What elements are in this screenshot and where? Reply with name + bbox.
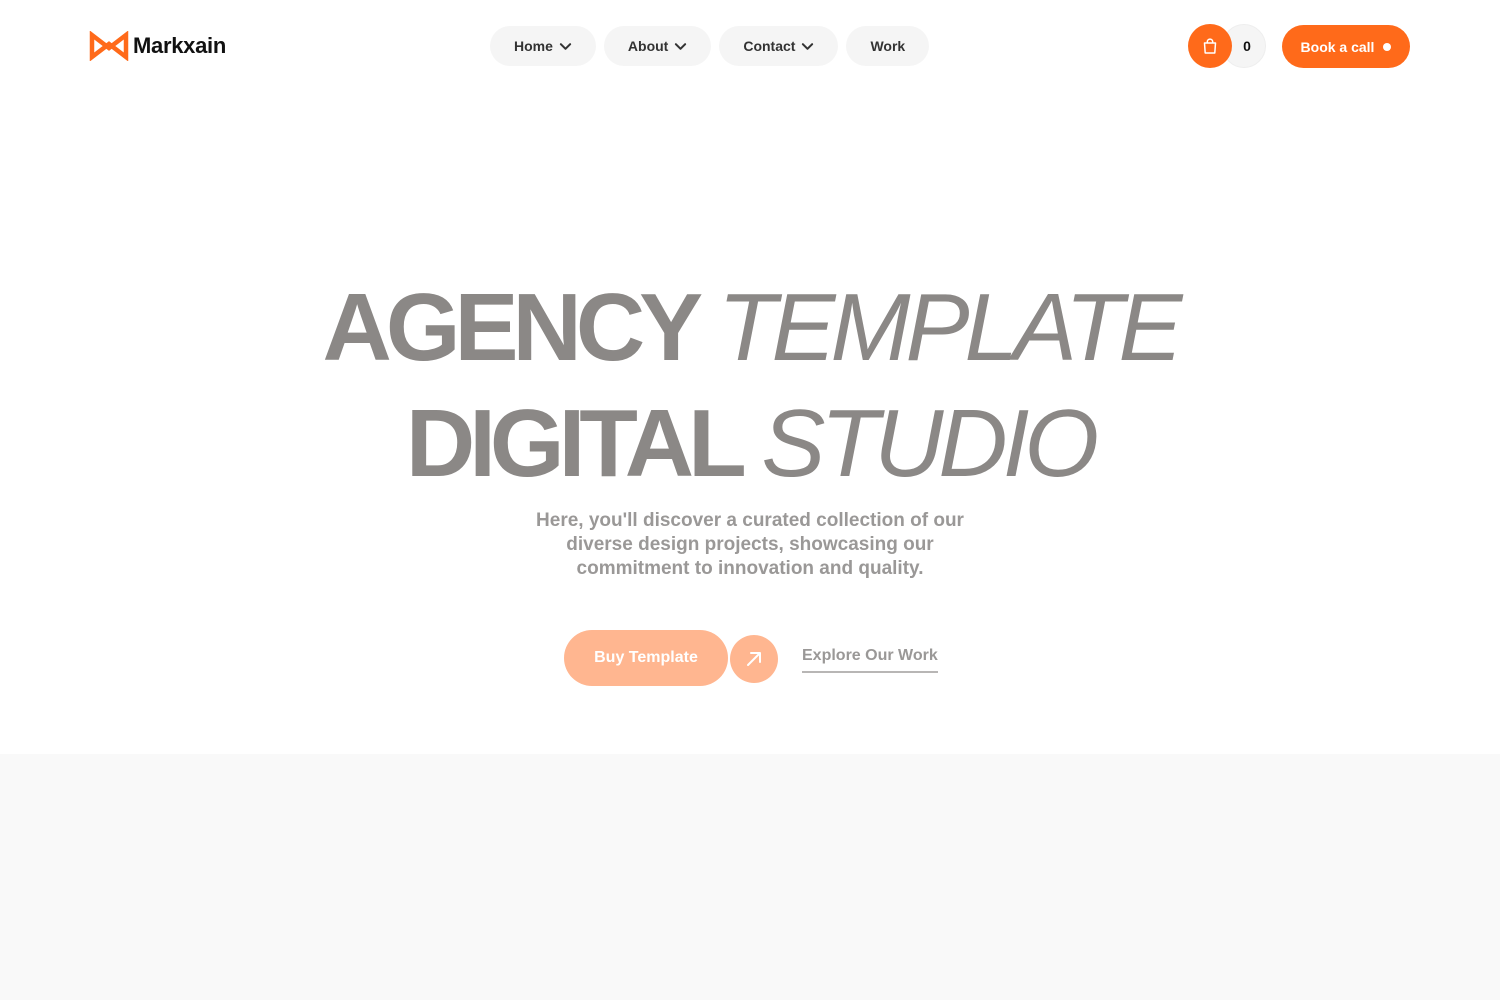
headline-digital: DIGITAL	[405, 390, 747, 497]
lower-section	[0, 754, 1500, 1000]
cart-count-value: 0	[1243, 38, 1251, 54]
cart-button[interactable]	[1188, 24, 1232, 68]
hero-section: AGENCY TEMPLATE DIGITAL STUDIO Here, you…	[0, 92, 1500, 754]
nav-item-label: About	[627, 38, 669, 54]
dot-icon	[1383, 42, 1392, 51]
brand-name: Markxain	[133, 33, 226, 58]
logo[interactable]: Markxain	[89, 30, 226, 62]
chevron-down-icon	[675, 42, 687, 50]
main-nav: Home About Contact Work	[490, 26, 930, 66]
buy-template-button[interactable]: Buy Template	[564, 630, 728, 686]
chevron-down-icon	[802, 42, 814, 50]
nav-item-contact[interactable]: Contact	[719, 26, 839, 66]
headline-template: TEMPLATE	[717, 274, 1183, 381]
chevron-down-icon	[559, 42, 572, 50]
site-header: Markxain Home About Contact Work 0 Book …	[0, 0, 1500, 92]
nav-item-work[interactable]: Work	[846, 26, 930, 66]
buy-template-label: Buy Template	[594, 649, 698, 666]
nav-item-about[interactable]: About	[603, 26, 712, 66]
cart[interactable]: 0	[1188, 24, 1268, 68]
hero-subtitle: Here, you'll discover a curated collecti…	[536, 510, 964, 579]
arrow-up-right-icon	[747, 652, 761, 666]
book-a-call-label: Book a call	[1300, 38, 1375, 55]
headline-agency: AGENCY	[322, 274, 703, 381]
headline-studio: STUDIO	[761, 390, 1099, 497]
hero-headline-line1: AGENCY TEMPLATE	[0, 280, 1500, 376]
nav-item-label: Home	[514, 38, 553, 54]
page: Markxain Home About Contact Work 0 Book …	[0, 0, 1500, 1000]
hero-headline-line2: DIGITAL STUDIO	[0, 396, 1500, 492]
book-a-call-button[interactable]: Book a call	[1282, 25, 1410, 68]
logo-icon	[89, 31, 129, 61]
explore-our-work-link[interactable]: Explore Our Work	[802, 647, 938, 673]
nav-item-home[interactable]: Home	[490, 26, 596, 66]
nav-item-label: Work	[870, 38, 906, 54]
nav-item-label: Contact	[743, 38, 796, 54]
arrow-button[interactable]	[730, 635, 778, 683]
shopping-bag-icon	[1203, 38, 1217, 54]
